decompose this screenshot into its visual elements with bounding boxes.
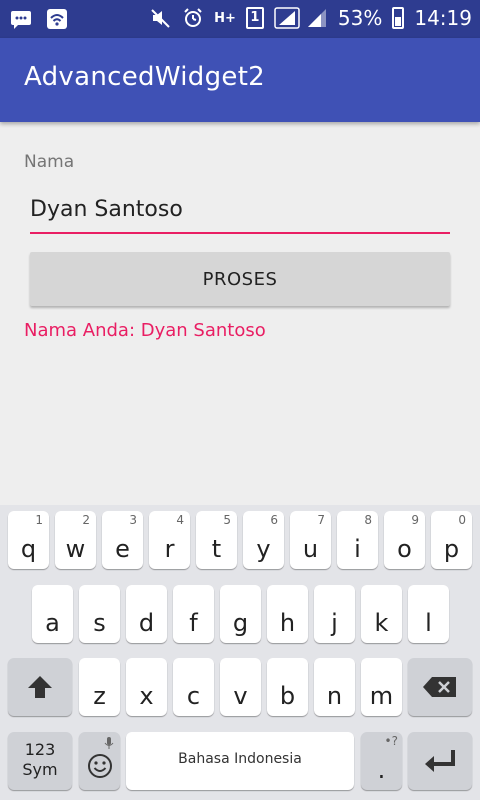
key-char: c bbox=[186, 682, 201, 710]
space-key-label: Bahasa Indonesia bbox=[178, 751, 302, 767]
backspace-key[interactable] bbox=[408, 658, 472, 716]
signal-strength-2-icon bbox=[306, 7, 328, 29]
key-v[interactable]: v bbox=[220, 658, 261, 716]
key-char: k bbox=[374, 609, 389, 637]
key-hint: 7 bbox=[317, 513, 325, 527]
key-char: i bbox=[354, 535, 361, 563]
key-char: m bbox=[369, 682, 394, 710]
key-o[interactable]: 9o bbox=[384, 511, 425, 569]
key-hint: 4 bbox=[176, 513, 184, 527]
soft-keyboard: 1q 2w 3e 4r 5t 6y 7u 8i 9o 0p a s d f g … bbox=[0, 505, 480, 800]
key-t[interactable]: 5t bbox=[196, 511, 237, 569]
shift-arrow-icon bbox=[8, 658, 72, 716]
name-label: Nama bbox=[24, 152, 75, 172]
key-char: v bbox=[233, 682, 248, 710]
name-input[interactable] bbox=[30, 192, 450, 234]
battery-percent: 53% bbox=[337, 6, 383, 30]
emoji-icon bbox=[79, 742, 120, 790]
key-char: n bbox=[326, 682, 343, 710]
sim-indicator: 1 bbox=[245, 7, 264, 29]
key-char: d bbox=[138, 609, 155, 637]
app-title: AdvancedWidget2 bbox=[24, 62, 266, 92]
key-f[interactable]: f bbox=[173, 585, 214, 643]
period-key[interactable]: •? . bbox=[361, 732, 402, 790]
key-e[interactable]: 3e bbox=[102, 511, 143, 569]
mute-icon bbox=[150, 7, 172, 29]
key-d[interactable]: d bbox=[126, 585, 167, 643]
key-char: z bbox=[93, 682, 106, 710]
key-char: f bbox=[189, 609, 198, 637]
key-hint: 2 bbox=[82, 513, 90, 527]
key-a[interactable]: a bbox=[32, 585, 73, 643]
key-h[interactable]: h bbox=[267, 585, 308, 643]
key-char: j bbox=[331, 609, 338, 637]
key-s[interactable]: s bbox=[79, 585, 120, 643]
key-hint: 6 bbox=[270, 513, 278, 527]
key-c[interactable]: c bbox=[173, 658, 214, 716]
key-char: p bbox=[443, 535, 460, 563]
backspace-icon bbox=[408, 658, 472, 716]
key-char: w bbox=[65, 535, 86, 563]
key-n[interactable]: n bbox=[314, 658, 355, 716]
key-char: y bbox=[256, 535, 271, 563]
symbols-key-top-label: 123 bbox=[24, 740, 56, 759]
key-char: o bbox=[397, 535, 412, 563]
key-hint: 9 bbox=[411, 513, 419, 527]
key-g[interactable]: g bbox=[220, 585, 261, 643]
key-char: s bbox=[93, 609, 106, 637]
key-char: e bbox=[115, 535, 130, 563]
alarm-icon bbox=[182, 7, 204, 29]
key-char: t bbox=[211, 535, 222, 563]
key-hint: 3 bbox=[129, 513, 137, 527]
key-char: g bbox=[232, 609, 249, 637]
key-r[interactable]: 4r bbox=[149, 511, 190, 569]
space-key[interactable]: Bahasa Indonesia bbox=[126, 732, 354, 790]
battery-icon bbox=[392, 7, 405, 29]
key-hint: 1 bbox=[35, 513, 43, 527]
key-char: x bbox=[139, 682, 154, 710]
proses-button[interactable]: PROSES bbox=[30, 252, 450, 306]
key-char: l bbox=[425, 609, 432, 637]
key-z[interactable]: z bbox=[79, 658, 120, 716]
key-w[interactable]: 2w bbox=[55, 511, 96, 569]
wifi-notification-icon bbox=[46, 8, 68, 30]
symbols-key-bottom-label: Sym bbox=[22, 760, 58, 779]
key-char: r bbox=[164, 535, 175, 563]
key-y[interactable]: 6y bbox=[243, 511, 284, 569]
key-char: a bbox=[45, 609, 60, 637]
key-char: u bbox=[302, 535, 319, 563]
period-key-label: . bbox=[377, 756, 386, 784]
bbm-notification-icon bbox=[10, 8, 32, 30]
enter-icon bbox=[408, 732, 472, 790]
shift-key[interactable] bbox=[8, 658, 72, 716]
app-bar: AdvancedWidget2 bbox=[0, 38, 480, 122]
key-q[interactable]: 1q bbox=[8, 511, 49, 569]
key-j[interactable]: j bbox=[314, 585, 355, 643]
key-i[interactable]: 8i bbox=[337, 511, 378, 569]
key-m[interactable]: m bbox=[361, 658, 402, 716]
key-hint: 5 bbox=[223, 513, 231, 527]
key-u[interactable]: 7u bbox=[290, 511, 331, 569]
key-x[interactable]: x bbox=[126, 658, 167, 716]
key-char: q bbox=[20, 535, 37, 563]
key-char: b bbox=[279, 682, 296, 710]
key-char: h bbox=[279, 609, 296, 637]
key-k[interactable]: k bbox=[361, 585, 402, 643]
key-b[interactable]: b bbox=[267, 658, 308, 716]
status-bar: H+ 1 53% 14:19 bbox=[0, 0, 480, 38]
symbols-key[interactable]: 123 Sym bbox=[8, 732, 72, 790]
key-hint: 8 bbox=[364, 513, 372, 527]
signal-strength-icon bbox=[274, 7, 300, 29]
period-key-hint: •? bbox=[384, 734, 398, 748]
key-p[interactable]: 0p bbox=[431, 511, 472, 569]
key-l[interactable]: l bbox=[408, 585, 449, 643]
enter-key[interactable] bbox=[408, 732, 472, 790]
clock: 14:19 bbox=[414, 6, 472, 30]
network-type-label: H+ bbox=[214, 10, 236, 26]
result-text: Nama Anda: Dyan Santoso bbox=[24, 320, 266, 341]
key-hint: 0 bbox=[458, 513, 466, 527]
emoji-key[interactable] bbox=[79, 732, 120, 790]
